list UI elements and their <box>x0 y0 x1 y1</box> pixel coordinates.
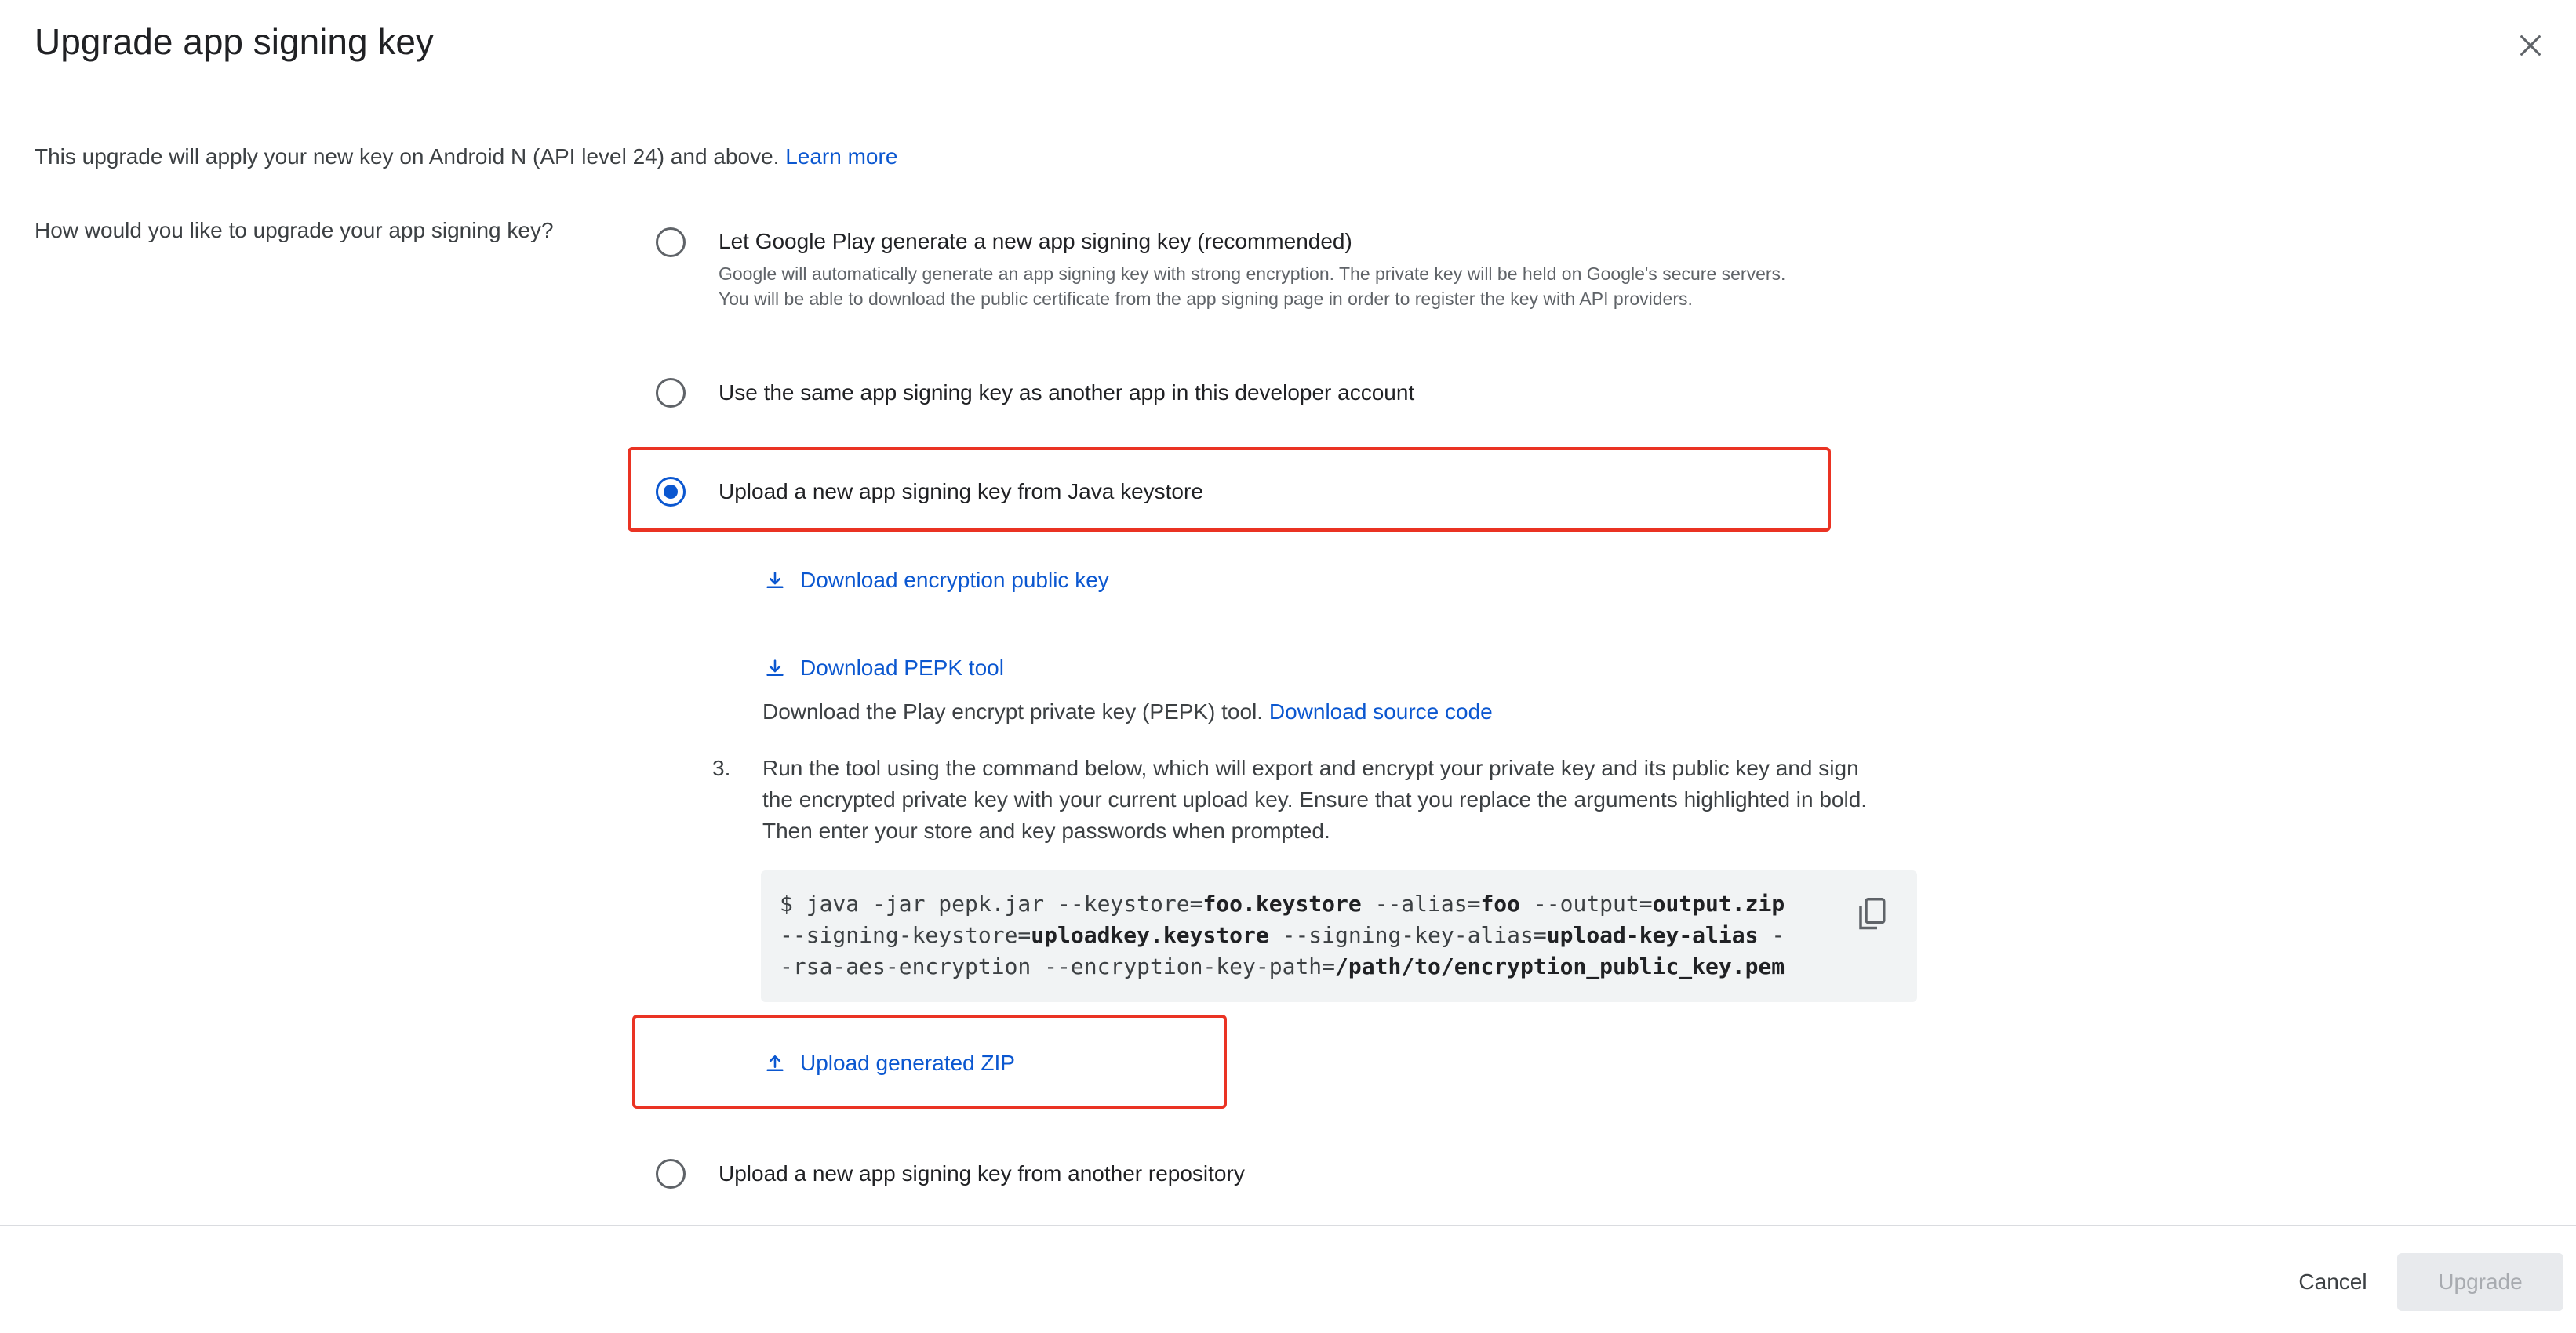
pepk-description: Download the Play encrypt private key (P… <box>762 699 1493 725</box>
step-number: 3. <box>712 756 731 780</box>
option-label-java-keystore: Upload a new app signing key from Java k… <box>719 479 1203 503</box>
step3-line3: Then enter your store and key passwords … <box>762 819 1330 843</box>
step3-line1: Run the tool using the command below, wh… <box>762 756 1859 780</box>
radio-another-repository[interactable] <box>656 1159 686 1189</box>
learn-more-link[interactable]: Learn more <box>785 144 897 169</box>
copy-command-button[interactable] <box>1851 892 1892 936</box>
dialog-title: Upgrade app signing key <box>35 21 434 62</box>
radio-same-key[interactable] <box>656 378 686 408</box>
option-label-another-repository: Upload a new app signing key from anothe… <box>719 1161 1245 1186</box>
option-desc-line1: Google will automatically generate an ap… <box>719 263 1786 284</box>
upgrade-button[interactable]: Upgrade <box>2397 1253 2563 1311</box>
radio-google-generate[interactable] <box>656 227 686 257</box>
download-icon <box>766 572 784 589</box>
close-button[interactable] <box>2510 25 2551 66</box>
download-encryption-key-label: Download encryption public key <box>800 568 1109 592</box>
pepk-desc-text: Download the Play encrypt private key (P… <box>762 699 1264 724</box>
option-desc-line2: You will be able to download the public … <box>719 289 1693 309</box>
upgrade-question: How would you like to upgrade your app s… <box>35 218 554 242</box>
intro-paragraph: This upgrade will apply your new key on … <box>35 144 897 169</box>
step3-line2: the encrypted private key with your curr… <box>762 787 1868 812</box>
command-text[interactable]: $ java -jar pepk.jar --keystore=foo.keys… <box>780 888 1785 982</box>
cancel-button[interactable]: Cancel <box>2275 1253 2391 1311</box>
download-pepk-tool-label: Download PEPK tool <box>800 656 1004 680</box>
download-pepk-tool-link[interactable]: Download PEPK tool <box>764 656 1004 681</box>
radio-selected-dot <box>664 485 678 499</box>
footer-divider <box>0 1225 2576 1226</box>
close-icon <box>2520 35 2541 56</box>
upload-generated-zip-label: Upload generated ZIP <box>800 1051 1015 1075</box>
copy-icon <box>1859 898 1886 930</box>
upload-generated-zip-button[interactable]: Upload generated ZIP <box>764 1051 1015 1076</box>
intro-text: This upgrade will apply your new key on … <box>35 144 780 169</box>
download-icon <box>766 659 784 677</box>
download-encryption-key-link[interactable]: Download encryption public key <box>764 568 1109 593</box>
upload-icon <box>766 1055 784 1072</box>
radio-java-keystore[interactable] <box>656 477 686 507</box>
option-label-same-key: Use the same app signing key as another … <box>719 380 1415 405</box>
option-label-google-generate: Let Google Play generate a new app signi… <box>719 229 1352 253</box>
download-source-code-link[interactable]: Download source code <box>1269 699 1493 724</box>
